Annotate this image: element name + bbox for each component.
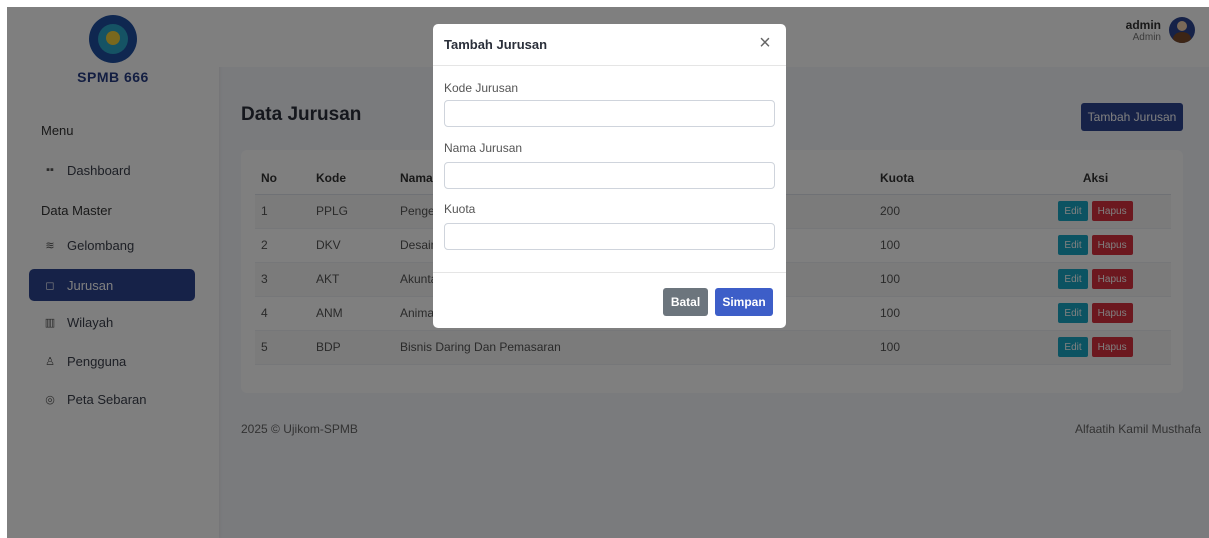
nama-jurusan-label: Nama Jurusan (444, 141, 523, 155)
modal-header: Tambah Jurusan × (433, 24, 786, 66)
modal-title: Tambah Jurusan (444, 37, 548, 52)
nama-jurusan-input[interactable] (444, 162, 775, 189)
kuota-label: Kuota (444, 202, 476, 216)
kuota-input[interactable] (444, 223, 775, 250)
close-icon[interactable]: × (754, 33, 776, 55)
kode-jurusan-label: Kode Jurusan (444, 81, 519, 95)
modal-footer: Batal Simpan (433, 272, 786, 328)
kode-jurusan-input[interactable] (444, 100, 775, 127)
tambah-jurusan-modal: Tambah Jurusan × Kode Jurusan Nama Jurus… (433, 24, 786, 328)
app-frame: SPMB 666 Menu ▪▪ Dashboard Data Master ≋… (7, 7, 1209, 538)
save-button[interactable]: Simpan (715, 288, 773, 316)
cancel-button[interactable]: Batal (663, 288, 708, 316)
